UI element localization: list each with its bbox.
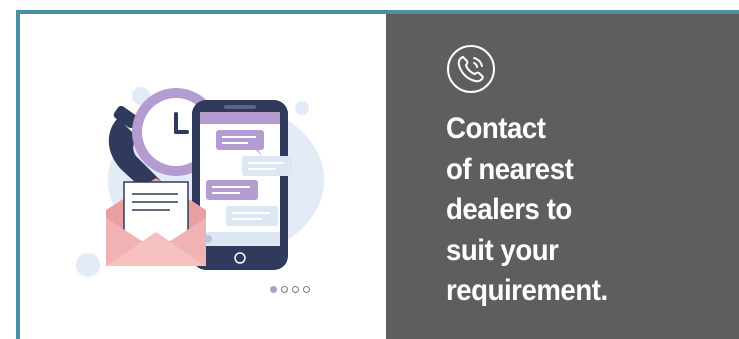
carousel-indicators	[270, 286, 310, 293]
headline-line: of nearest	[446, 152, 574, 186]
content-card: Contact of nearest dealers to suit your …	[16, 10, 739, 339]
carousel-dot[interactable]	[303, 286, 310, 293]
headline-line: dealers to	[446, 193, 572, 226]
phone-call-icon	[447, 45, 495, 93]
carousel-dot[interactable]	[292, 286, 299, 293]
headline-line: suit your	[446, 233, 559, 267]
headline-line: requirement.	[446, 274, 608, 307]
carousel-dot[interactable]	[270, 286, 277, 293]
carousel-dot[interactable]	[281, 286, 288, 293]
contact-illustration	[76, 87, 324, 277]
headline-line: Contact	[446, 112, 546, 145]
info-panel: Contact of nearest dealers to suit your …	[386, 14, 739, 339]
panel-headline: Contact of nearest dealers to suit your …	[446, 109, 685, 312]
illustration-pane	[20, 14, 386, 339]
